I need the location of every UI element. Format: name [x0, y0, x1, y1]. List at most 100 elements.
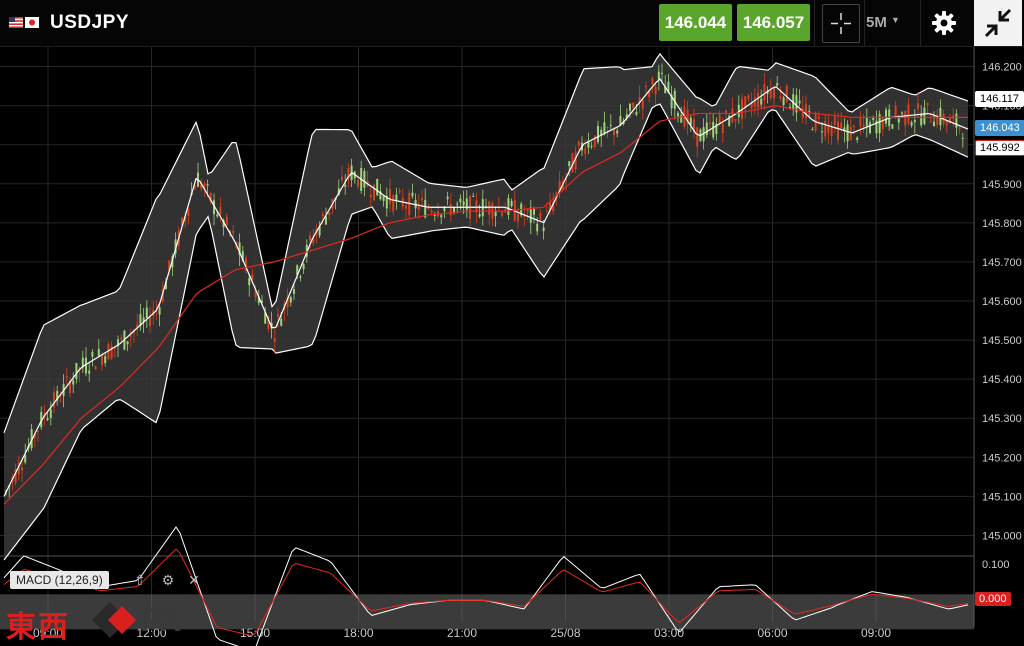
- candle-body: [216, 214, 219, 217]
- chevron-down-icon: ▼: [891, 15, 900, 25]
- candle-body: [248, 278, 251, 286]
- macd-indicator-label[interactable]: MACD (12,26,9): [10, 571, 109, 589]
- candle-body: [494, 211, 497, 217]
- candle-body: [309, 235, 311, 241]
- candle-body: [126, 341, 129, 345]
- candle-body: [344, 184, 347, 187]
- candle-body: [593, 135, 596, 147]
- candle-body: [917, 103, 919, 109]
- candle-body: [545, 210, 548, 212]
- candle-body: [302, 264, 305, 270]
- candle-body: [465, 198, 468, 210]
- candle-body: [91, 351, 94, 357]
- candle-body: [955, 113, 958, 128]
- candle-body: [101, 354, 103, 366]
- candle-body: [801, 107, 804, 118]
- candle-body: [635, 112, 638, 115]
- candle-body: [753, 97, 756, 107]
- candle-body: [517, 214, 519, 222]
- price-tick-label: 145.600: [982, 296, 1022, 308]
- candle-body: [747, 95, 750, 100]
- candle-body: [709, 122, 711, 125]
- candle-body: [219, 206, 222, 214]
- divider: [814, 0, 815, 46]
- candle-body: [910, 122, 913, 126]
- candle-body: [603, 122, 606, 135]
- candle-body: [421, 198, 423, 201]
- candle-body: [459, 198, 462, 203]
- candle-body: [187, 208, 190, 216]
- candle-body: [901, 112, 903, 114]
- candle-body: [897, 118, 900, 123]
- candle-body: [734, 118, 737, 121]
- current-price-tag: 145.992: [975, 139, 1024, 156]
- collapse-button[interactable]: [974, 0, 1022, 46]
- candle-body: [363, 171, 366, 188]
- top-bar: USDJPY 146.044 146.057 5M ▼: [0, 0, 1024, 47]
- candle-body: [293, 289, 295, 294]
- candle-body: [533, 208, 535, 215]
- candle-body: [289, 297, 292, 303]
- candle-body: [776, 83, 779, 86]
- candle-body: [65, 376, 68, 378]
- candle-body: [21, 467, 23, 471]
- price-tick-label: 145.300: [982, 413, 1022, 425]
- candle-body: [696, 127, 699, 147]
- candle-body: [811, 129, 814, 131]
- candle-body: [721, 123, 724, 134]
- price-chart[interactable]: 09:00 12:00 15:00 18:00 21:00 25/08 03:00 06:00…: [0, 47, 1024, 646]
- close-icon[interactable]: ✕: [188, 572, 200, 588]
- candle-body: [597, 125, 599, 143]
- candle-body: [798, 100, 801, 104]
- price-tick-label: 145.100: [982, 491, 1022, 503]
- divider: [920, 0, 921, 46]
- symbol-title[interactable]: USDJPY: [50, 12, 129, 34]
- candle-body: [705, 122, 708, 136]
- candle-body: [830, 127, 833, 136]
- candle-body: [488, 201, 491, 216]
- candle-body: [472, 195, 475, 197]
- collapse-arrows-icon: [984, 8, 1012, 38]
- candle-body: [865, 116, 868, 126]
- candle-body: [59, 400, 62, 402]
- candle-body: [641, 100, 644, 109]
- candle-body: [929, 121, 932, 123]
- candle-body: [920, 114, 923, 126]
- candle-body: [49, 409, 52, 418]
- candle-body: [939, 107, 942, 126]
- macd-tools: ⇧ ⚙ ✕: [134, 572, 200, 589]
- gear-icon[interactable]: [929, 8, 959, 38]
- price-tick-label: 145.800: [982, 218, 1022, 230]
- sell-price-button[interactable]: 146.044: [659, 4, 732, 41]
- candle-body: [869, 122, 871, 134]
- candle-body: [568, 161, 571, 166]
- candle-body: [657, 71, 660, 80]
- candle-body: [824, 120, 827, 137]
- candle-body: [632, 102, 635, 108]
- arrow-up-icon[interactable]: ⇧: [134, 572, 146, 588]
- us-jp-flags-icon: [9, 17, 39, 28]
- candle-body: [725, 110, 727, 113]
- candle-body: [449, 204, 452, 216]
- candle-body: [757, 92, 759, 108]
- buy-price-button[interactable]: 146.057: [737, 4, 810, 41]
- candle-body: [37, 430, 39, 432]
- candle-body: [72, 380, 75, 385]
- candle-body: [584, 148, 587, 154]
- candle-body: [859, 118, 862, 127]
- candle-body: [392, 195, 395, 212]
- crosshair-button[interactable]: [822, 4, 860, 43]
- candle-body: [251, 274, 254, 280]
- candle-body: [606, 126, 609, 128]
- candle-body: [654, 86, 657, 95]
- candle-body: [149, 317, 151, 327]
- price-tick-label: 145.700: [982, 257, 1022, 269]
- candle-body: [712, 121, 715, 138]
- logo-text-right: FX: [140, 602, 181, 638]
- logo-diamond-icon: [92, 602, 136, 638]
- candle-body: [232, 231, 235, 233]
- candle-body: [158, 307, 161, 315]
- timeframe-select[interactable]: 5M ▼: [866, 14, 900, 31]
- gear-icon[interactable]: ⚙: [162, 572, 175, 588]
- candle-body: [651, 77, 654, 85]
